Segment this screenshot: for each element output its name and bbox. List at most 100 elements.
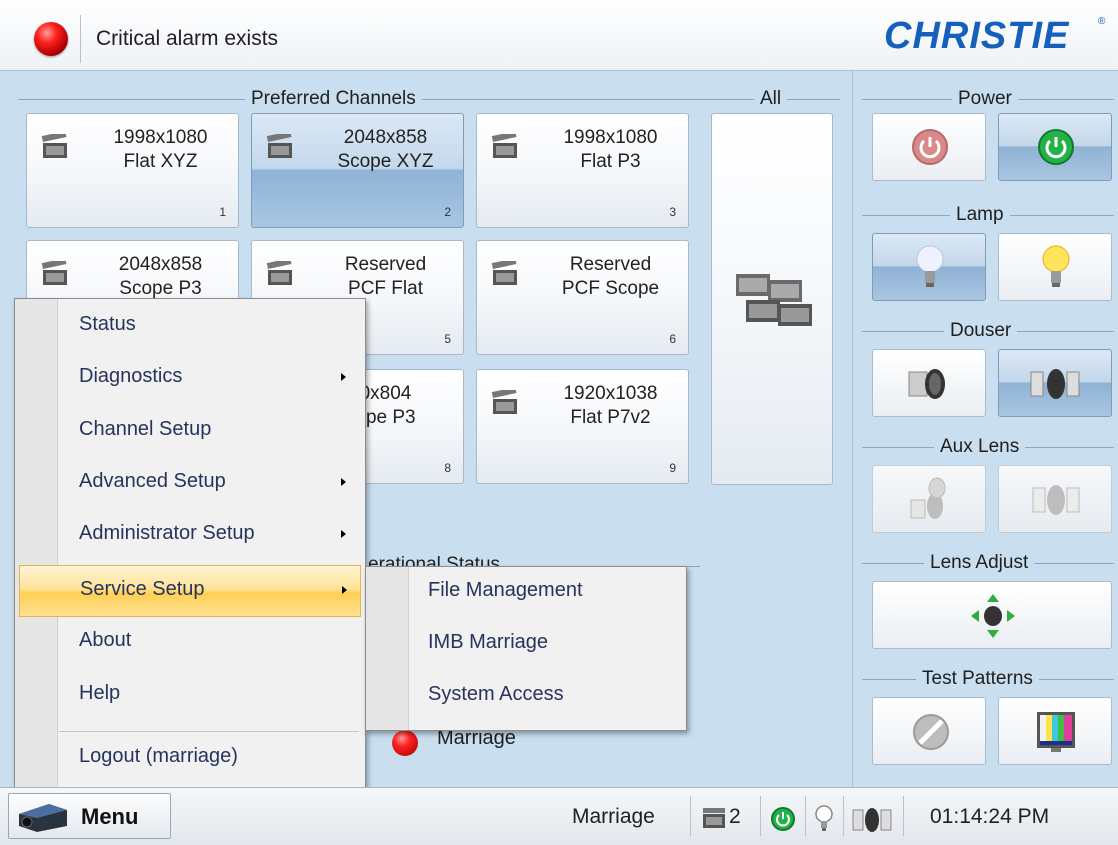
clapperboard-icon: [491, 134, 517, 158]
channel-label: 2048x858 Scope XYZ: [337, 127, 434, 172]
registered-mark: ®: [1098, 16, 1106, 27]
submenu-item-file-management[interactable]: File Management: [366, 567, 686, 617]
test-pattern-button[interactable]: [998, 697, 1112, 765]
clapperboard-icon: [491, 261, 517, 285]
channel-number: 6: [669, 332, 676, 346]
statusbar-time: 01:14:24 PM: [930, 805, 1050, 828]
lamp-title: Lamp: [950, 204, 1010, 226]
all-channels-button[interactable]: [711, 113, 833, 485]
douser-closed-icon: [908, 369, 945, 399]
clapperboard-icon: [703, 808, 725, 828]
statusbar-divider: [760, 796, 761, 836]
menu-item-advanced-setup[interactable]: Advanced Setup: [15, 458, 365, 504]
submenu-arrow-icon: [341, 373, 346, 381]
statusbar-divider: [903, 796, 904, 836]
menu-item-label: Help: [79, 682, 121, 704]
channel-tile-1[interactable]: 1998x1080 Flat XYZ 1: [26, 113, 239, 228]
channel-tile-9[interactable]: 1920x1038 Flat P7v2 9: [476, 369, 689, 484]
bulb-icon: [815, 805, 833, 831]
test-pattern-icon: [1037, 712, 1075, 752]
channel-number: 3: [669, 205, 676, 219]
no-pattern-icon: [913, 714, 949, 750]
douser-closed-button[interactable]: [872, 349, 986, 417]
clapperboards-icon: [736, 274, 812, 326]
menu-item-label: Diagnostics: [79, 365, 183, 387]
menu-item-label: Advanced Setup: [79, 470, 226, 492]
douser-title: Douser: [944, 320, 1018, 342]
menu-item-label: Status: [79, 313, 136, 335]
header-divider: [80, 15, 81, 63]
menu-item-channel-setup[interactable]: Channel Setup: [15, 406, 365, 452]
douser-open-icon: [1030, 369, 1080, 399]
aux-lens-out-button[interactable]: [872, 465, 986, 533]
menu-item-label: Administrator Setup: [79, 522, 255, 544]
menu-item-label: Service Setup: [80, 578, 205, 600]
statusbar-divider: [843, 796, 844, 836]
channel-label: 1998x1080 Flat XYZ: [113, 127, 208, 172]
main-menu-popup: Status Diagnostics Channel Setup Advance…: [14, 298, 366, 790]
channel-tile-2[interactable]: 2048x858 Scope XYZ 2: [251, 113, 464, 228]
douser-icon: [852, 808, 892, 832]
lens-adjust-button[interactable]: [872, 581, 1112, 649]
menu-item-label: Logout (marriage): [79, 745, 238, 767]
power-off-button[interactable]: [872, 113, 986, 181]
menu-item-status[interactable]: Status: [15, 301, 365, 347]
bulb-off-icon: [916, 245, 944, 287]
statusbar-divider: [805, 796, 806, 836]
channel-label: 2048x858 Scope P3: [118, 254, 203, 299]
douser-open-button[interactable]: [998, 349, 1112, 417]
submenu-item-system-access[interactable]: System Access: [366, 671, 686, 721]
channel-label: 1998x1080 Flat P3: [563, 127, 658, 172]
submenu-item-imb-marriage[interactable]: IMB Marriage: [366, 619, 686, 669]
aux-lens-in-button[interactable]: [998, 465, 1112, 533]
menu-item-label: Channel Setup: [79, 418, 212, 440]
channel-label: Reserved PCF Flat: [344, 254, 427, 299]
alarm-status-text[interactable]: Critical alarm exists: [96, 27, 278, 51]
test-pattern-off-button[interactable]: [872, 697, 986, 765]
channel-number: 1: [219, 205, 226, 219]
submenu-arrow-icon: [341, 530, 346, 538]
statusbar-marriage: Marriage: [572, 805, 655, 828]
menu-item-diagnostics[interactable]: Diagnostics: [15, 353, 365, 399]
submenu-arrow-icon: [342, 586, 347, 594]
power-off-icon: [912, 129, 948, 165]
channel-tile-6[interactable]: Reserved PCF Scope 6: [476, 240, 689, 355]
menu-item-about[interactable]: About: [15, 617, 365, 663]
power-title: Power: [952, 88, 1018, 110]
submenu-item-label: File Management: [428, 579, 583, 601]
lamp-off-button[interactable]: [872, 233, 986, 301]
aux-lens-title: Aux Lens: [934, 436, 1026, 458]
power-on-button[interactable]: [998, 113, 1112, 181]
channels-rule: [18, 99, 840, 100]
red-led-icon[interactable]: [34, 22, 68, 56]
channel-number: 2: [444, 205, 451, 219]
menu-item-help[interactable]: Help: [15, 670, 365, 716]
channel-number: 5: [444, 332, 451, 346]
projector-icon: [19, 804, 67, 832]
clapperboard-icon: [41, 134, 67, 158]
lens-adjust-title: Lens Adjust: [924, 552, 1035, 574]
preferred-channels-title: Preferred Channels: [245, 88, 422, 110]
menu-item-logout[interactable]: Logout (marriage): [15, 733, 365, 779]
channel-label: Reserved PCF Scope: [561, 254, 660, 299]
clapperboard-icon: [266, 261, 292, 285]
right-panel-divider: [852, 70, 853, 787]
statusbar-divider: [690, 796, 691, 836]
channel-label: 1920x1038 Flat P7v2: [563, 383, 658, 428]
lamp-on-button[interactable]: [998, 233, 1112, 301]
power-on-icon: [1038, 129, 1074, 165]
test-patterns-title: Test Patterns: [916, 668, 1039, 690]
clapperboard-icon: [266, 134, 292, 158]
channel-tile-3[interactable]: 1998x1080 Flat P3 3: [476, 113, 689, 228]
menu-item-service-setup[interactable]: Service Setup: [19, 565, 361, 617]
service-setup-submenu: File Management IMB Marriage System Acce…: [365, 566, 687, 731]
menu-button[interactable]: Menu: [8, 793, 171, 839]
clapperboard-icon: [41, 261, 67, 285]
christie-logo: CHRISTIE: [884, 15, 1070, 57]
clapperboard-icon: [491, 390, 517, 414]
aux-lens-out-icon: [910, 477, 946, 519]
channel-number: 9: [669, 461, 676, 475]
menu-item-administrator-setup[interactable]: Administrator Setup: [15, 510, 365, 556]
menu-separator: [59, 731, 359, 732]
lens-adjust-icon: [971, 594, 1015, 638]
